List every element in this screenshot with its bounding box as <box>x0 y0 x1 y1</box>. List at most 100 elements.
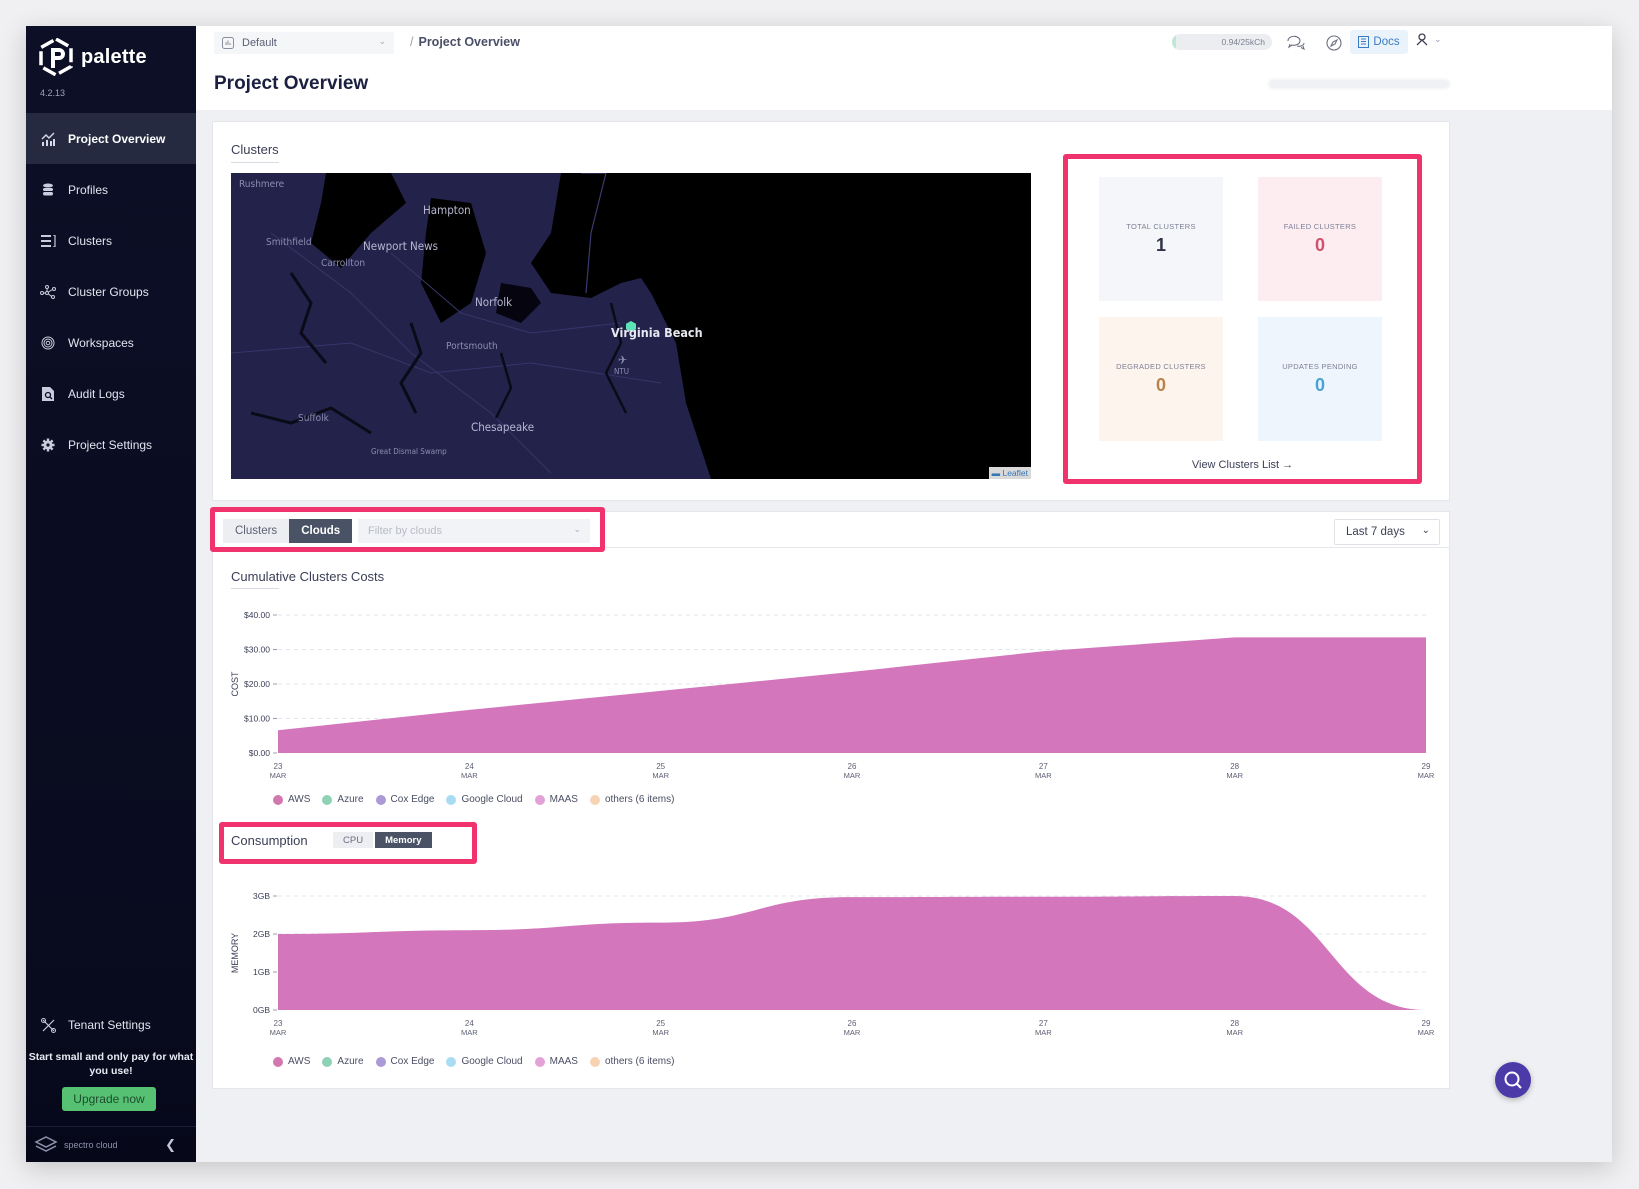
map-label: Rushmere <box>239 179 285 190</box>
clusters-title: Clusters <box>231 142 279 157</box>
cluster-map[interactable]: Rushmere Hampton Smithfield Newport News… <box>231 173 1031 479</box>
date-range-select[interactable]: Last 7 days ⌄ <box>1334 519 1440 545</box>
y-tick-label: $10.00 <box>244 714 270 724</box>
area-series-maas[interactable] <box>278 637 1426 753</box>
search-icon <box>1504 1071 1522 1089</box>
map-label: Chesapeake <box>471 420 535 434</box>
legend-label: Azure <box>337 1056 364 1067</box>
legend-dot-icon <box>375 1056 386 1067</box>
stat-degraded-clusters: DEGRADED CLUSTERS 0 <box>1099 317 1223 441</box>
page-title: Project Overview <box>214 73 369 94</box>
clouds-toggle-button[interactable]: Clouds <box>289 519 353 543</box>
legend-item[interactable]: Azure <box>322 794 364 805</box>
memory-tab[interactable]: Memory <box>375 832 432 848</box>
docs-button[interactable]: Docs <box>1350 30 1408 54</box>
chevron-down-icon: ⌄ <box>1434 34 1442 44</box>
sidebar-item-cluster-groups[interactable]: Cluster Groups <box>26 266 196 317</box>
x-tick-label: 26 <box>848 1019 857 1028</box>
map-label: Suffolk <box>298 413 329 424</box>
tools-icon <box>40 1017 56 1033</box>
x-tick-label: 27 <box>1039 762 1048 771</box>
leaflet-attribution-link[interactable]: ▬ Leaflet <box>988 467 1031 479</box>
sidebar-item-label: Project Settings <box>68 437 153 452</box>
view-clusters-list-link[interactable]: View Clusters List → <box>1068 459 1417 471</box>
legend-dot-icon <box>446 794 457 805</box>
legend-dot-icon <box>322 794 333 805</box>
legend-item[interactable]: MAAS <box>534 794 578 805</box>
breadcrumb-separator: / <box>410 35 414 49</box>
title-underline <box>231 588 279 589</box>
network-icon <box>40 284 56 300</box>
sidebar-item-profiles[interactable]: Profiles <box>26 164 196 215</box>
y-tick-label: 0GB <box>253 1005 270 1015</box>
map-label: Virginia Beach <box>611 325 703 340</box>
stat-value: 0 <box>1155 375 1166 395</box>
top-header: Default ⌄ / Project Overview Project Over… <box>196 26 1612 110</box>
y-tick-label: $40.00 <box>244 610 270 620</box>
book-icon <box>1358 36 1370 48</box>
legend-dot-icon <box>375 794 386 805</box>
sidebar-item-tenant-settings[interactable]: Tenant Settings <box>26 1010 196 1040</box>
legend-item[interactable]: others (6 items) <box>589 1056 674 1067</box>
legend-dot-icon <box>589 794 600 805</box>
x-tick-label: 24 <box>465 1019 474 1028</box>
cluster-stats-panel: TOTAL CLUSTERS 1 FAILED CLUSTERS 0 DEGRA… <box>1063 154 1422 484</box>
x-tick-label: MAR <box>1035 771 1052 780</box>
legend-label: Google Cloud <box>461 1056 523 1067</box>
help-search-button[interactable] <box>1495 1062 1531 1098</box>
legend-item[interactable]: Cox Edge <box>375 794 434 805</box>
x-tick-label: 23 <box>274 762 283 771</box>
sidebar-footer: spectro cloud ❮ <box>26 1126 196 1162</box>
project-select[interactable]: Default ⌄ <box>214 32 394 54</box>
filter-by-clouds-select[interactable]: Filter by clouds ⌄ <box>358 519 590 543</box>
consumption-title: Consumption <box>231 833 308 848</box>
x-tick-label: MAR <box>1035 1028 1052 1037</box>
legend-item[interactable]: Google Cloud <box>446 1056 523 1067</box>
area-series-maas[interactable] <box>278 896 1426 1010</box>
sidebar-item-project-settings[interactable]: Project Settings <box>26 419 196 470</box>
collapse-sidebar-icon[interactable]: ❮ <box>165 1137 176 1153</box>
stat-updates-pending: UPDATES PENDING 0 <box>1258 317 1382 441</box>
legend-item[interactable]: MAAS <box>534 1056 578 1067</box>
legend-item[interactable]: Google Cloud <box>446 794 523 805</box>
cpu-tab[interactable]: CPU <box>333 832 374 848</box>
legend-item[interactable]: AWS <box>273 794 310 805</box>
legend-item[interactable]: Azure <box>322 1056 364 1067</box>
palette-logo-icon <box>39 38 73 76</box>
legend-item[interactable]: AWS <box>273 1056 310 1067</box>
stat-value: 1 <box>1155 235 1166 255</box>
project-icon <box>222 37 234 49</box>
user-menu[interactable]: ⌄ <box>1416 33 1442 46</box>
y-tick-label: $20.00 <box>244 679 270 689</box>
map-label: Norfolk <box>475 295 513 309</box>
stat-label: UPDATES PENDING <box>1282 362 1358 371</box>
y-tick-label: $0.00 <box>249 748 271 758</box>
sidebar-item-clusters[interactable]: Clusters <box>26 215 196 266</box>
chat-icon[interactable] <box>1286 33 1306 53</box>
legend-label: AWS <box>288 1056 311 1067</box>
stat-total-clusters: TOTAL CLUSTERS 1 <box>1099 177 1223 301</box>
legend-item[interactable]: others (6 items) <box>589 794 674 805</box>
sidebar-item-label: Profiles <box>68 182 109 197</box>
usage-meter[interactable]: 0.94/25kCh <box>1172 34 1272 50</box>
view-toggle: Clusters Clouds <box>223 519 353 543</box>
y-axis-label: MEMORY <box>230 933 240 973</box>
upgrade-now-button[interactable]: Upgrade now <box>62 1087 156 1111</box>
app-window: palette 4.2.13 Project Overview Profiles <box>26 26 1612 1162</box>
sidebar-item-project-overview[interactable]: Project Overview <box>26 113 196 164</box>
logo[interactable]: palette <box>39 38 147 76</box>
sidebar-item-workspaces[interactable]: Workspaces <box>26 317 196 368</box>
legend-dot-icon <box>534 1056 545 1067</box>
clusters-toggle-button[interactable]: Clusters <box>223 519 290 543</box>
legend-item[interactable]: Cox Edge <box>375 1056 434 1067</box>
gear-icon <box>40 437 56 453</box>
sidebar-item-audit-logs[interactable]: Audit Logs <box>26 368 196 419</box>
compass-icon[interactable] <box>1324 33 1344 53</box>
project-select-value: Default <box>242 37 277 49</box>
memory-area-chart: MEMORY0GB1GB2GB3GB23MAR24MAR25MAR26MAR27… <box>230 891 1435 1037</box>
x-tick-label: 24 <box>465 762 474 771</box>
date-range-value: Last 7 days <box>1346 526 1405 538</box>
x-tick-label: 25 <box>656 1019 665 1028</box>
x-tick-label: 29 <box>1422 762 1431 771</box>
sidebar-item-label: Audit Logs <box>68 386 125 401</box>
